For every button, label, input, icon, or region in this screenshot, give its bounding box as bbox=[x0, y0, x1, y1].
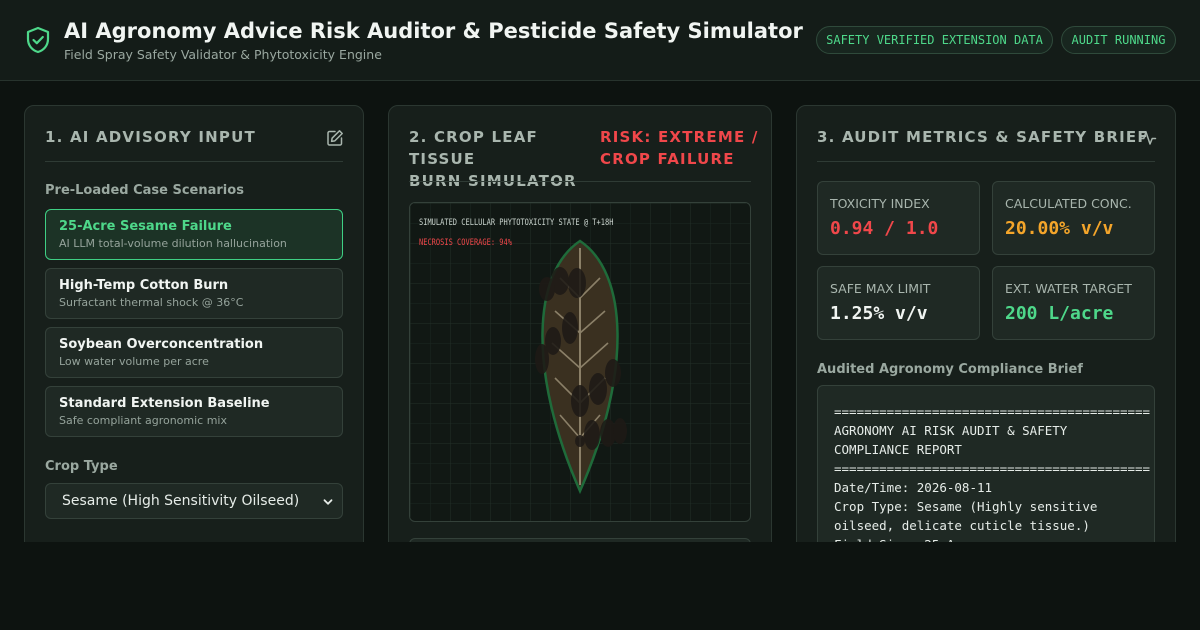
scenario-title: Soybean Overconcentration bbox=[59, 337, 264, 352]
advisory-input-panel: 1. AI ADVISORY INPUT Pre-Loaded Case Sce… bbox=[24, 105, 364, 565]
scenario-sesame-failure[interactable]: 25-Acre Sesame Failure AI LLM total-volu… bbox=[45, 209, 343, 260]
shield-check-icon bbox=[26, 26, 50, 54]
report-line: Crop Type: Sesame (Highly sensitive bbox=[834, 499, 1098, 514]
metric-value: 1.25% v/v bbox=[830, 303, 928, 324]
divider bbox=[409, 181, 751, 182]
crop-type-select[interactable]: Sesame (High Sensitivity Oilseed) bbox=[45, 483, 343, 519]
app-title: AI Agronomy Advice Risk Auditor & Pestic… bbox=[64, 19, 803, 43]
panel-title: 2. CROP LEAF TISSUE BURN SIMULATOR bbox=[409, 126, 599, 192]
edit-icon[interactable] bbox=[326, 129, 344, 147]
metric-water-target: EXT. WATER TARGET 200 L/acre bbox=[992, 266, 1155, 340]
panel-title: 3. AUDIT METRICS & SAFETY BRIEF bbox=[817, 128, 1149, 146]
report-line: oilseed, delicate cuticle tissue.) bbox=[834, 518, 1090, 533]
panel-title-line: 2. CROP LEAF TISSUE bbox=[409, 128, 538, 168]
page-background bbox=[0, 542, 1200, 630]
audit-running-badge: AUDIT RUNNING bbox=[1061, 26, 1176, 54]
burn-simulator-panel: 2. CROP LEAF TISSUE BURN SIMULATOR RISK:… bbox=[388, 105, 772, 565]
crop-type-value: Sesame (High Sensitivity Oilseed) bbox=[62, 493, 300, 509]
sim-state-label: SIMULATED CELLULAR PHYTOTOXICITY STATE @… bbox=[419, 218, 614, 228]
scenario-title: Standard Extension Baseline bbox=[59, 396, 270, 411]
divider bbox=[817, 161, 1155, 162]
risk-level-line: CROP FAILURE bbox=[600, 150, 735, 168]
scenario-title: 25-Acre Sesame Failure bbox=[59, 219, 232, 234]
risk-level-line: RISK: EXTREME / bbox=[600, 128, 759, 146]
scenario-standard-baseline[interactable]: Standard Extension Baseline Safe complia… bbox=[45, 386, 343, 437]
divider bbox=[45, 161, 343, 162]
leaf-simulation-graphic bbox=[410, 203, 750, 521]
crop-type-label: Crop Type bbox=[45, 459, 118, 474]
report-line: Date/Time: 2026-08-11 bbox=[834, 480, 993, 495]
metric-value: 20.00% v/v bbox=[1005, 218, 1114, 239]
metric-label: CALCULATED CONC. bbox=[1005, 196, 1132, 211]
scenarios-label: Pre-Loaded Case Scenarios bbox=[45, 183, 244, 198]
scenario-desc: Safe compliant agronomic mix bbox=[59, 414, 228, 427]
scenario-title: High-Temp Cotton Burn bbox=[59, 278, 229, 293]
report-line: ========================================… bbox=[834, 461, 1151, 476]
report-line: COMPLIANCE REPORT bbox=[834, 442, 962, 457]
compliance-report[interactable]: ========================================… bbox=[817, 385, 1155, 564]
metric-value: 0.94 / 1.0 bbox=[830, 218, 939, 239]
metric-value: 200 L/acre bbox=[1005, 303, 1114, 324]
scenario-soybean-overconcentration[interactable]: Soybean Overconcentration Low water volu… bbox=[45, 327, 343, 378]
app-header: AI Agronomy Advice Risk Auditor & Pestic… bbox=[0, 0, 1200, 81]
scenario-desc: AI LLM total-volume dilution hallucinati… bbox=[59, 237, 287, 250]
safety-verified-badge: SAFETY VERIFIED EXTENSION DATA bbox=[816, 26, 1053, 54]
metric-label: EXT. WATER TARGET bbox=[1005, 281, 1132, 296]
activity-icon bbox=[1139, 131, 1157, 145]
metric-safe-max-limit: SAFE MAX LIMIT 1.25% v/v bbox=[817, 266, 980, 340]
scenario-cotton-burn[interactable]: High-Temp Cotton Burn Surfactant thermal… bbox=[45, 268, 343, 319]
leaf-simulation-canvas: SIMULATED CELLULAR PHYTOTOXICITY STATE @… bbox=[409, 202, 751, 522]
app-subtitle: Field Spray Safety Validator & Phytotoxi… bbox=[64, 47, 382, 62]
report-line: ========================================… bbox=[834, 404, 1151, 419]
panel-title: 1. AI ADVISORY INPUT bbox=[45, 128, 256, 146]
audit-metrics-panel: 3. AUDIT METRICS & SAFETY BRIEF TOXICITY… bbox=[796, 105, 1176, 565]
scenario-desc: Surfactant thermal shock @ 36°C bbox=[59, 296, 244, 309]
scenario-desc: Low water volume per acre bbox=[59, 355, 209, 368]
metric-label: SAFE MAX LIMIT bbox=[830, 281, 931, 296]
metric-calculated-conc: CALCULATED CONC. 20.00% v/v bbox=[992, 181, 1155, 255]
report-line: AGRONOMY AI RISK AUDIT & SAFETY bbox=[834, 423, 1068, 438]
necrosis-coverage-label: NECROSIS COVERAGE: 94% bbox=[419, 238, 512, 248]
compliance-brief-label: Audited Agronomy Compliance Brief bbox=[817, 362, 1083, 377]
risk-level-label: RISK: EXTREME / CROP FAILURE bbox=[600, 126, 760, 170]
metric-label: TOXICITY INDEX bbox=[830, 196, 930, 211]
chevron-down-icon bbox=[323, 499, 333, 505]
metric-toxicity-index: TOXICITY INDEX 0.94 / 1.0 bbox=[817, 181, 980, 255]
